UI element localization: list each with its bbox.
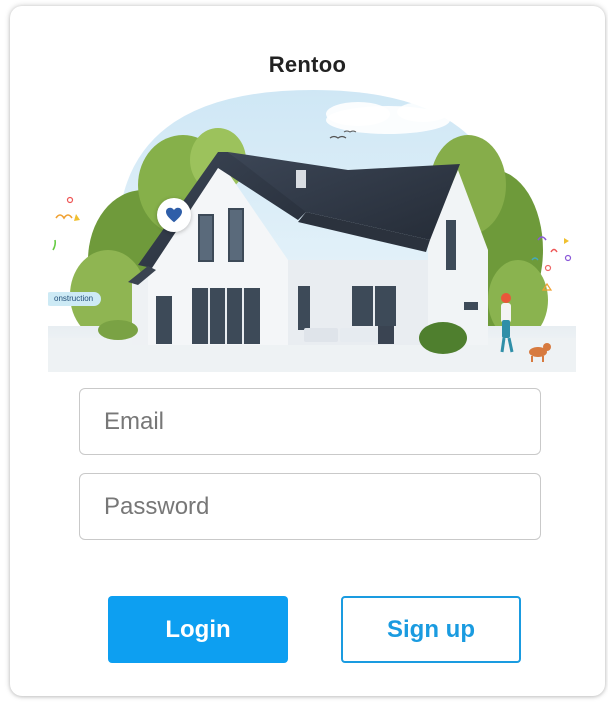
house-illustration xyxy=(48,90,576,372)
password-input[interactable] xyxy=(79,473,541,540)
favorite-badge[interactable] xyxy=(157,198,191,232)
heart-icon xyxy=(166,207,182,223)
app-title: Rentoo xyxy=(268,52,347,77)
login-button[interactable]: Login xyxy=(108,596,288,663)
signup-button[interactable]: Sign up xyxy=(341,596,521,663)
login-card: Rentoo onstruction Email Login Sign up xyxy=(10,6,605,696)
construction-badge: onstruction xyxy=(48,292,102,306)
email-input[interactable] xyxy=(79,388,541,455)
hero-illustration: onstruction xyxy=(48,90,576,372)
